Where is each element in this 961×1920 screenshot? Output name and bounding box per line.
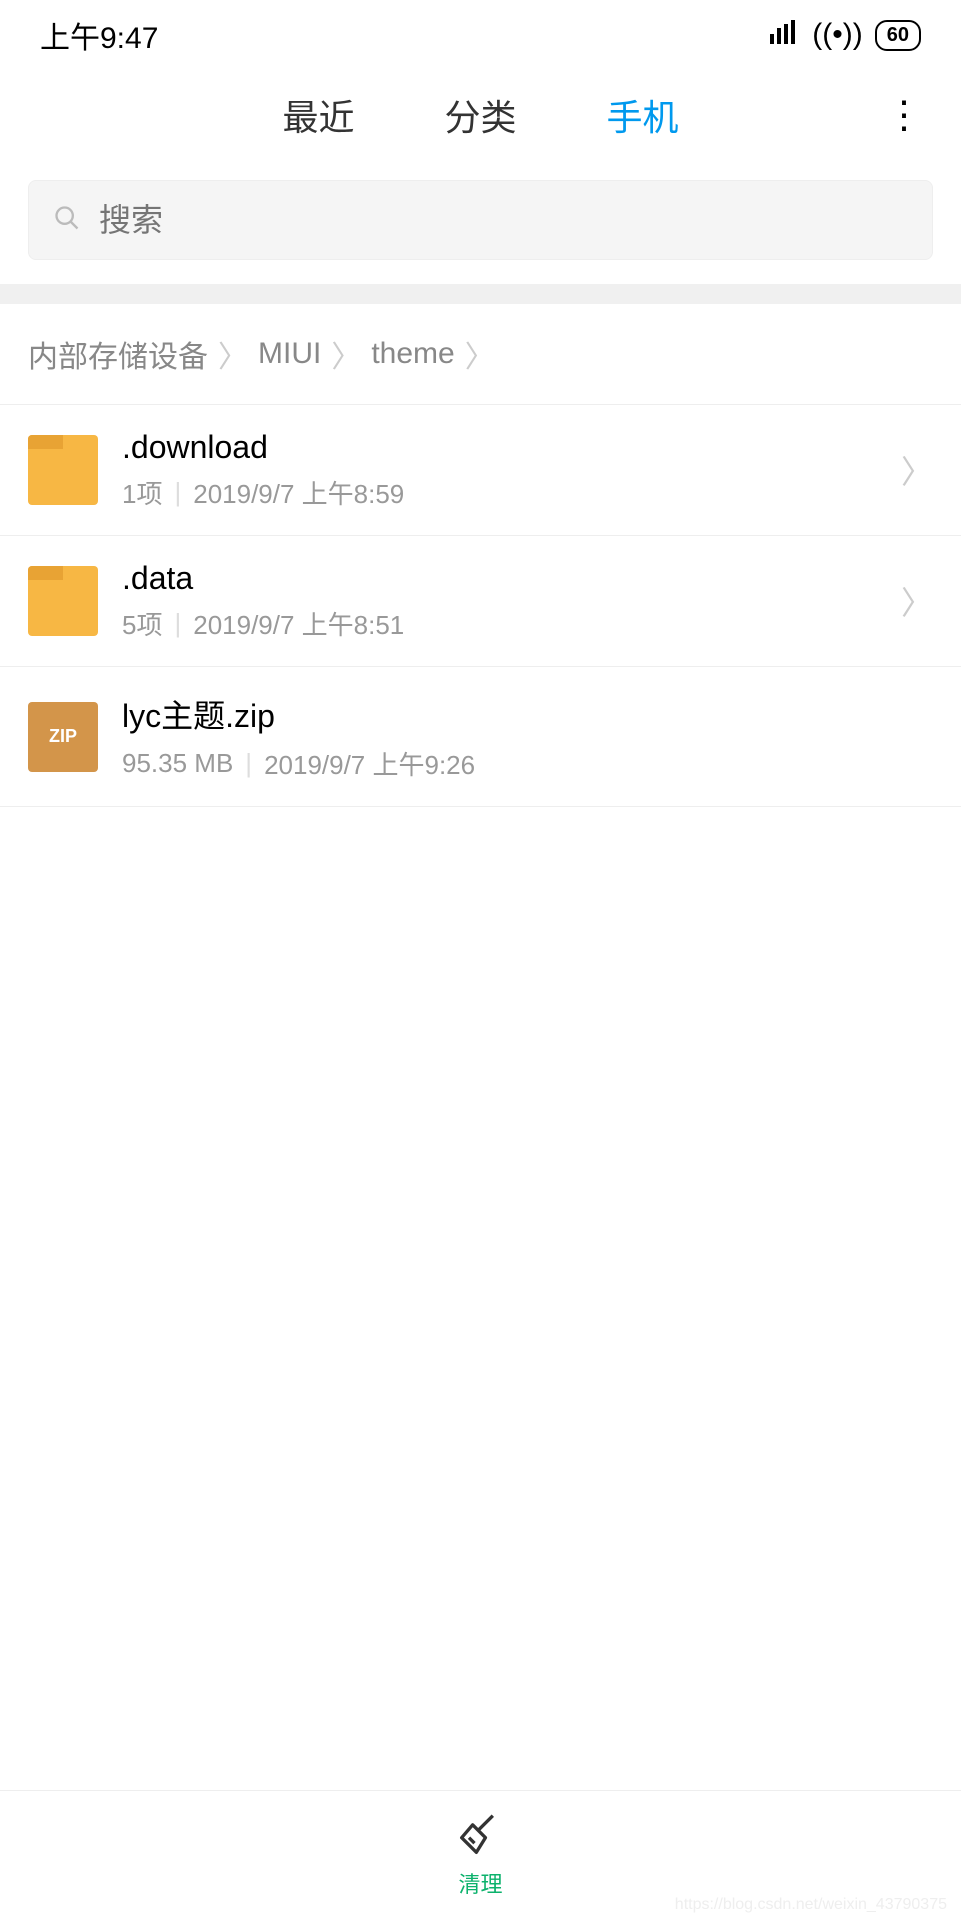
chevron-right-icon: 〉 — [331, 332, 361, 376]
broom-icon — [458, 1812, 502, 1861]
tab-phone[interactable]: 手机 — [607, 89, 679, 141]
file-count: 5项 — [122, 605, 162, 642]
tabs-bar: 最近 分类 手机 ⋮ — [0, 70, 961, 160]
file-time: 2019/9/7 上午8:59 — [193, 474, 404, 511]
file-meta: 95.35 MB | 2019/9/7 上午9:26 — [122, 745, 933, 782]
file-info: lyc主题.zip 95.35 MB | 2019/9/7 上午9:26 — [122, 691, 933, 782]
clean-button[interactable]: 清理 — [458, 1812, 502, 1899]
section-divider — [0, 284, 961, 304]
breadcrumb-root[interactable]: 内部存储设备 — [28, 332, 208, 376]
more-icon[interactable]: ⋮ — [885, 93, 921, 138]
file-info: .download 1项 | 2019/9/7 上午8:59 — [122, 429, 877, 511]
clean-label: 清理 — [458, 1867, 502, 1899]
tab-category[interactable]: 分类 — [444, 89, 516, 141]
status-time: 上午9:47 — [40, 13, 158, 57]
chevron-right-icon: 〉 — [901, 447, 933, 493]
folder-row-data[interactable]: .data 5项 | 2019/9/7 上午8:51 〉 — [0, 536, 961, 667]
chevron-right-icon: 〉 — [218, 332, 248, 376]
file-name: .data — [122, 560, 877, 597]
file-time: 2019/9/7 上午9:26 — [264, 745, 475, 782]
meta-separator: | — [174, 477, 181, 508]
search-input[interactable] — [99, 202, 908, 239]
wifi-icon: ((•)) — [812, 18, 862, 52]
tab-recent[interactable]: 最近 — [282, 89, 354, 141]
file-meta: 1项 | 2019/9/7 上午8:59 — [122, 474, 877, 511]
folder-icon — [28, 566, 98, 636]
folder-icon — [28, 435, 98, 505]
status-icons: ((•)) 60 — [770, 18, 921, 52]
file-name: lyc主题.zip — [122, 691, 933, 737]
search-wrapper — [0, 160, 961, 284]
file-list: .download 1项 | 2019/9/7 上午8:59 〉 .data 5… — [0, 405, 961, 1790]
breadcrumb-theme[interactable]: theme — [371, 337, 454, 371]
status-bar: 上午9:47 ((•)) 60 — [0, 0, 961, 70]
folder-row-download[interactable]: .download 1项 | 2019/9/7 上午8:59 〉 — [0, 405, 961, 536]
file-count: 1项 — [122, 474, 162, 511]
meta-separator: | — [245, 748, 252, 779]
signal-icon — [770, 20, 800, 51]
meta-separator: | — [174, 608, 181, 639]
chevron-right-icon: 〉 — [901, 578, 933, 624]
breadcrumb: 内部存储设备 〉 MIUI 〉 theme 〉 — [0, 304, 961, 405]
file-time: 2019/9/7 上午8:51 — [193, 605, 404, 642]
file-name: .download — [122, 429, 877, 466]
search-box[interactable] — [28, 180, 933, 260]
breadcrumb-miui[interactable]: MIUI — [258, 337, 321, 371]
watermark: https://blog.csdn.net/weixin_43790375 — [675, 1896, 947, 1914]
zip-icon: ZIP — [28, 702, 98, 772]
chevron-right-icon: 〉 — [465, 332, 495, 376]
file-row-zip[interactable]: ZIP lyc主题.zip 95.35 MB | 2019/9/7 上午9:26 — [0, 667, 961, 807]
battery-icon: 60 — [875, 20, 921, 51]
file-size: 95.35 MB — [122, 748, 233, 779]
file-info: .data 5项 | 2019/9/7 上午8:51 — [122, 560, 877, 642]
search-icon — [53, 204, 81, 237]
file-meta: 5项 | 2019/9/7 上午8:51 — [122, 605, 877, 642]
